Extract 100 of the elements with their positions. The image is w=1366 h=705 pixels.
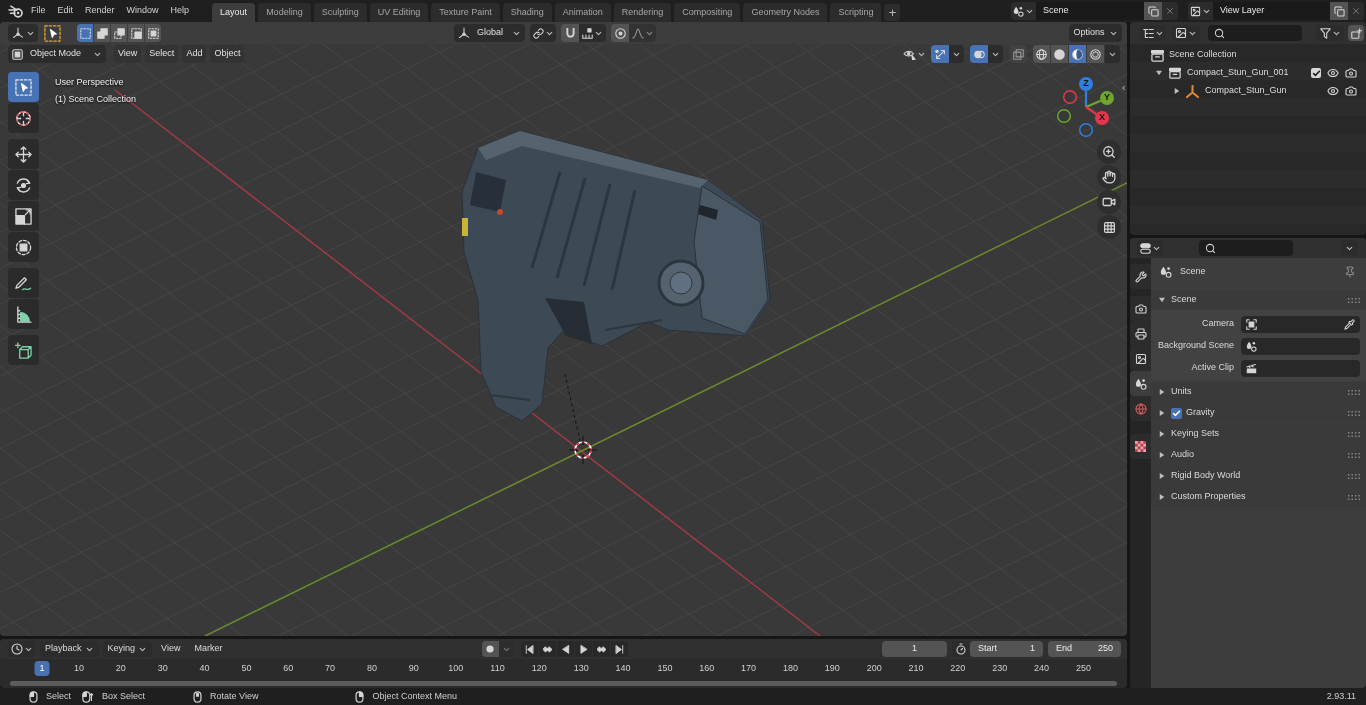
- editor-type-button[interactable]: [8, 24, 38, 42]
- properties-tab[interactable]: [1130, 346, 1151, 371]
- selection-mode-button[interactable]: [128, 24, 144, 42]
- shading-mode-button[interactable]: [1087, 45, 1104, 63]
- shading-mode-button[interactable]: [1069, 45, 1086, 63]
- view-layer-field[interactable]: View Layer: [1213, 2, 1330, 20]
- selection-mode-button[interactable]: [145, 24, 161, 42]
- tool-button[interactable]: [8, 232, 39, 262]
- type-dropdown[interactable]: [1188, 2, 1213, 20]
- tool-button[interactable]: [8, 103, 39, 133]
- camera-view-button[interactable]: [1097, 190, 1121, 214]
- active-clip-field[interactable]: [1241, 359, 1360, 377]
- background-scene-field[interactable]: [1241, 337, 1360, 355]
- workspace-tab[interactable]: Modeling: [258, 3, 311, 22]
- tool-button[interactable]: [8, 72, 39, 102]
- copy-button[interactable]: [1330, 2, 1348, 20]
- menu-button[interactable]: Object: [210, 45, 245, 63]
- active-tool-button[interactable]: [43, 24, 62, 42]
- type-dropdown[interactable]: [1011, 2, 1036, 20]
- shading-mode-button[interactable]: [1051, 45, 1068, 63]
- editor-type-button[interactable]: [1137, 240, 1163, 256]
- display-mode-dropdown[interactable]: [1140, 25, 1166, 41]
- workspace-tab[interactable]: Animation: [554, 3, 611, 22]
- new-collection-button[interactable]: [1348, 25, 1364, 41]
- workspace-tab[interactable]: Geometry Nodes: [743, 3, 828, 22]
- workspace-tab[interactable]: Texture Paint: [431, 3, 500, 22]
- playback-button[interactable]: [592, 641, 610, 657]
- outliner-item-label[interactable]: Compact_Stun_Gun_001: [1187, 66, 1289, 80]
- negative-axis-handle[interactable]: [1078, 122, 1094, 138]
- tool-button[interactable]: [8, 299, 39, 329]
- tool-button[interactable]: [8, 268, 39, 298]
- checkbox[interactable]: [1171, 407, 1182, 419]
- options-dropdown[interactable]: Options: [1069, 24, 1122, 42]
- close-button[interactable]: [1162, 2, 1178, 20]
- outliner-item-label[interactable]: Scene Collection: [1169, 48, 1237, 62]
- search-field[interactable]: [1208, 25, 1302, 41]
- workspace-tab[interactable]: Shading: [502, 3, 552, 22]
- camera-field[interactable]: [1241, 315, 1360, 333]
- workspace-tab[interactable]: Rendering: [613, 3, 672, 22]
- projection-button[interactable]: [1097, 215, 1121, 239]
- menu-dropdown[interactable]: Playback: [40, 641, 99, 657]
- record-button[interactable]: [481, 641, 499, 657]
- pan-button[interactable]: [1097, 165, 1121, 189]
- menu-dropdown[interactable]: Keying: [102, 641, 153, 657]
- menu-item[interactable]: Render: [79, 1, 121, 21]
- playback-button[interactable]: [556, 641, 574, 657]
- close-button[interactable]: [1348, 2, 1364, 20]
- mode-dropdown[interactable]: Object Mode: [8, 45, 106, 63]
- menu-button[interactable]: Select: [145, 45, 179, 63]
- menu-button[interactable]: Marker: [189, 641, 228, 657]
- playback-button[interactable]: [574, 641, 592, 657]
- zoom-button[interactable]: [1097, 140, 1121, 164]
- copy-button[interactable]: [1144, 2, 1162, 20]
- scrollbar-thumb[interactable]: [10, 680, 1117, 686]
- tool-button[interactable]: [8, 201, 39, 231]
- properties-tab[interactable]: [1130, 434, 1151, 459]
- playback-button[interactable]: [610, 641, 628, 657]
- end-frame-field[interactable]: End 250: [1048, 641, 1121, 657]
- axis-handle[interactable]: X: [1095, 111, 1109, 125]
- workspace-tab[interactable]: Sculpting: [313, 3, 367, 22]
- workspace-tab[interactable]: Scripting: [830, 3, 882, 22]
- properties-tab[interactable]: [1130, 264, 1151, 289]
- tool-button[interactable]: [8, 335, 39, 365]
- search-field[interactable]: [1199, 240, 1293, 256]
- snap-target-dropdown[interactable]: [579, 24, 606, 42]
- orientation-dropdown[interactable]: Global: [454, 24, 525, 42]
- pivot-dropdown[interactable]: [530, 24, 556, 42]
- menu-item[interactable]: Edit: [51, 1, 80, 21]
- stopwatch-toggle[interactable]: [952, 641, 969, 657]
- current-frame-field[interactable]: 1: [882, 641, 947, 657]
- axis-handle[interactable]: Z: [1079, 77, 1093, 91]
- outliner-item-label[interactable]: Compact_Stun_Gun: [1205, 84, 1287, 98]
- add-workspace-button[interactable]: +: [884, 4, 901, 21]
- start-frame-field[interactable]: Start 1: [970, 641, 1043, 657]
- workspace-tab[interactable]: Layout: [212, 3, 256, 22]
- menu-button[interactable]: Add: [182, 45, 207, 63]
- tool-button[interactable]: [8, 139, 39, 169]
- tool-button[interactable]: [8, 170, 39, 200]
- selection-mode-button[interactable]: [111, 24, 127, 42]
- shading-mode-button[interactable]: [1033, 45, 1050, 63]
- axis-handle[interactable]: Y: [1100, 91, 1114, 105]
- scene-field[interactable]: Scene: [1036, 2, 1144, 20]
- selection-mode-button[interactable]: [77, 24, 93, 42]
- menu-button[interactable]: View: [156, 641, 186, 657]
- negative-axis-handle[interactable]: [1056, 108, 1072, 124]
- menu-item[interactable]: Help: [164, 1, 196, 21]
- editor-type-button[interactable]: [8, 641, 35, 657]
- workspace-tab[interactable]: UV Editing: [369, 3, 429, 22]
- playback-button[interactable]: [538, 641, 556, 657]
- gizmo-toggle[interactable]: [931, 45, 949, 63]
- falloff-dropdown[interactable]: [629, 24, 656, 42]
- properties-tab[interactable]: [1130, 296, 1151, 321]
- properties-tab[interactable]: [1130, 371, 1151, 396]
- xray-toggle[interactable]: [1010, 45, 1027, 63]
- snap-toggle[interactable]: [561, 24, 579, 42]
- selection-mode-button[interactable]: [94, 24, 110, 42]
- view-layer-dropdown[interactable]: [1172, 25, 1200, 41]
- playback-button[interactable]: [520, 641, 538, 657]
- workspace-tab[interactable]: Compositing: [674, 3, 741, 22]
- menu-button[interactable]: View: [114, 45, 142, 63]
